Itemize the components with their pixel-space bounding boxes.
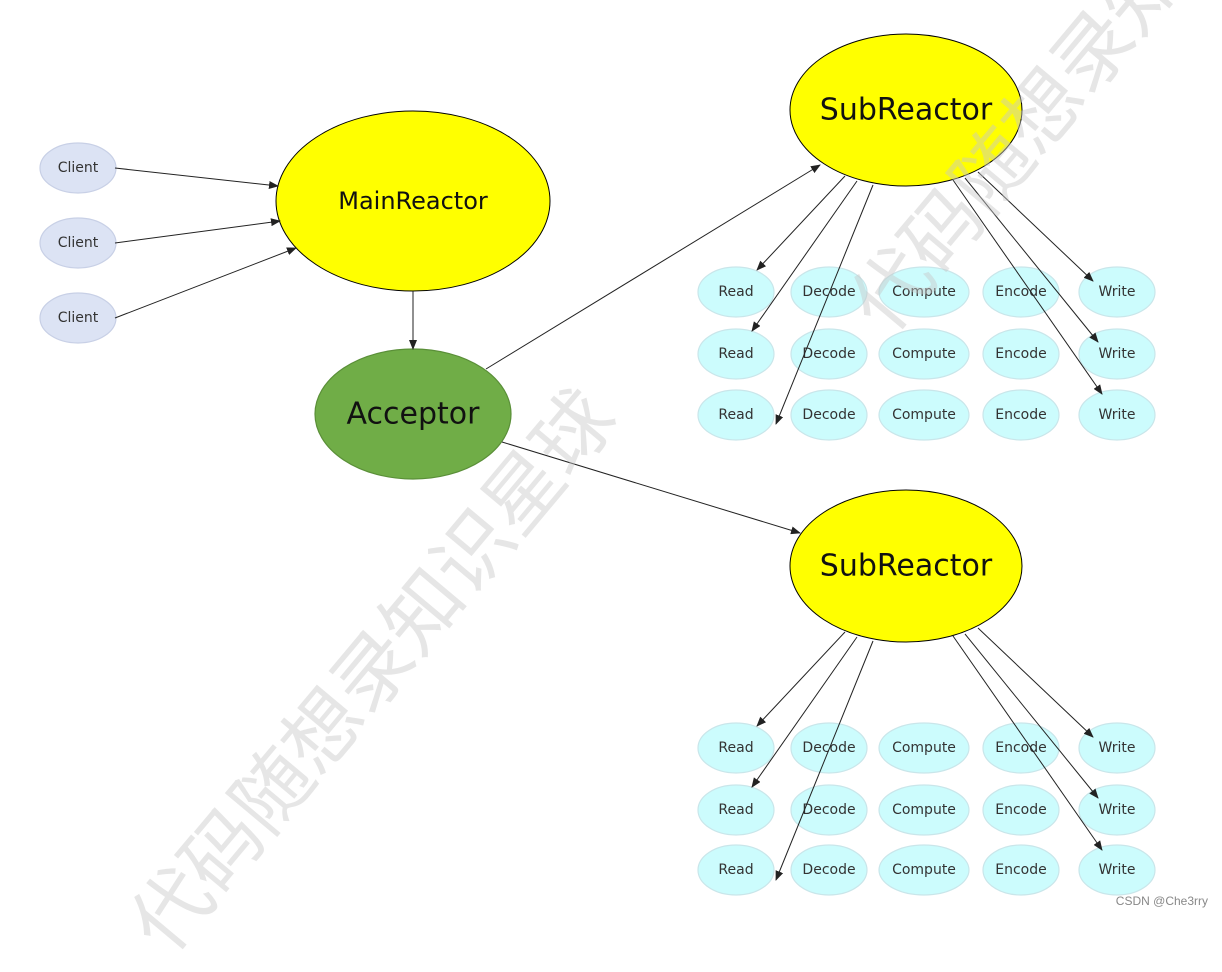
node-label: Encode (995, 346, 1046, 362)
node-label: Encode (995, 862, 1046, 878)
node-sub2-compute-2: Compute (878, 844, 970, 896)
node-sub1-read-0: Read (697, 266, 775, 318)
node-label: Decode (802, 740, 855, 756)
node-sub2-encode-2: Encode (982, 844, 1060, 896)
node-label: Compute (892, 407, 956, 423)
node-label: Decode (802, 284, 855, 300)
node-sub2-write-2: Write (1078, 844, 1156, 896)
node-label: Decode (802, 862, 855, 878)
node-sub1-write-1: Write (1078, 328, 1156, 380)
node-label: Client (58, 310, 99, 326)
node-label: Read (718, 284, 753, 300)
node-sub1-read-1: Read (697, 328, 775, 380)
node-sub1-read-2: Read (697, 389, 775, 441)
node-label: Write (1099, 346, 1136, 362)
node-sub1-write-0: Write (1078, 266, 1156, 318)
node-label: Read (718, 802, 753, 818)
node-sub1-compute-2: Compute (878, 389, 970, 441)
node-client2: Client (39, 217, 117, 269)
node-sub2: SubReactor (789, 489, 1023, 643)
node-sub1-decode-2: Decode (790, 389, 868, 441)
node-label: Decode (802, 802, 855, 818)
node-sub1-decode-0: Decode (790, 266, 868, 318)
node-label: Read (718, 346, 753, 362)
node-label: Compute (892, 862, 956, 878)
node-sub2-decode-0: Decode (790, 722, 868, 774)
edge-acceptor-to-sub2 (501, 441, 801, 535)
node-label: Acceptor (347, 397, 481, 432)
node-label: Compute (892, 346, 956, 362)
node-sub2-encode-1: Encode (982, 784, 1060, 836)
edge-sub2-to-sub2-write-1 (964, 633, 1099, 799)
node-label: Read (718, 740, 753, 756)
node-client1: Client (39, 142, 117, 194)
node-client3: Client (39, 292, 117, 344)
node-label: Client (58, 160, 99, 176)
node-sub1-compute-1: Compute (878, 328, 970, 380)
node-label: Compute (892, 740, 956, 756)
node-label: Compute (892, 802, 956, 818)
reactor-diagram: Client Client Client MainReactor Acceptor Sub… (39, 33, 1156, 896)
edge-client1-to-main (114, 167, 279, 189)
node-label: Write (1099, 284, 1136, 300)
node-sub2-encode-0: Encode (982, 722, 1060, 774)
node-label: Write (1099, 407, 1136, 423)
node-sub2-compute-0: Compute (878, 722, 970, 774)
node-sub1-decode-1: Decode (790, 328, 868, 380)
credit-text: CSDN @Che3rry (1115, 894, 1208, 908)
node-label: Read (718, 407, 753, 423)
node-label: Write (1099, 802, 1136, 818)
node-label: Compute (892, 284, 956, 300)
node-sub2-write-1: Write (1078, 784, 1156, 836)
nodes-layer: Client Client Client MainReactor Acceptor Sub… (39, 33, 1156, 896)
edge-sub2-to-sub2-read-0 (756, 631, 846, 727)
node-label: Decode (802, 346, 855, 362)
node-sub1-encode-1: Encode (982, 328, 1060, 380)
node-label: Client (58, 235, 99, 251)
node-label: MainReactor (338, 187, 488, 215)
node-sub2-decode-2: Decode (790, 844, 868, 896)
node-sub1-encode-2: Encode (982, 389, 1060, 441)
node-label: Write (1099, 740, 1136, 756)
node-label: Read (718, 862, 753, 878)
node-label: SubReactor (820, 549, 993, 584)
node-sub1-encode-0: Encode (982, 266, 1060, 318)
node-label: Write (1099, 862, 1136, 878)
node-sub1: SubReactor (789, 33, 1023, 187)
node-label: Encode (995, 407, 1046, 423)
node-sub2-compute-1: Compute (878, 784, 970, 836)
node-acceptor: Acceptor (314, 348, 512, 480)
node-sub2-read-0: Read (697, 722, 775, 774)
edge-client2-to-main (114, 218, 281, 244)
node-label: Encode (995, 284, 1046, 300)
node-label: Encode (995, 802, 1046, 818)
node-sub1-write-2: Write (1078, 389, 1156, 441)
node-sub2-write-0: Write (1078, 722, 1156, 774)
node-sub2-read-2: Read (697, 844, 775, 896)
edge-sub1-to-sub1-write-1 (964, 177, 1099, 343)
node-sub2-decode-1: Decode (790, 784, 868, 836)
node-label: Decode (802, 407, 855, 423)
node-label: Encode (995, 740, 1046, 756)
edge-sub1-to-sub1-read-0 (756, 175, 846, 271)
edge-client3-to-main (114, 247, 297, 319)
node-main: MainReactor (275, 110, 551, 292)
node-label: SubReactor (820, 93, 993, 128)
node-sub1-compute-0: Compute (878, 266, 970, 318)
node-sub2-read-1: Read (697, 784, 775, 836)
